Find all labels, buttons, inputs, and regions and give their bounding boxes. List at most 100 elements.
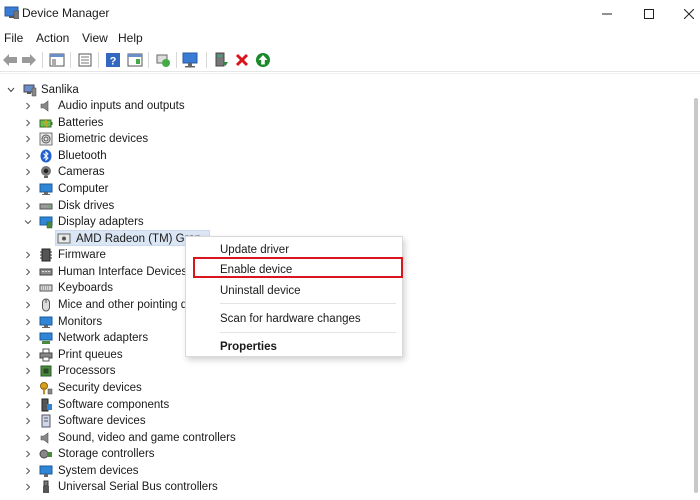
context-menu-uninstall-device[interactable]: Uninstall device [220, 285, 301, 297]
tree-item-processors[interactable]: Processors [0, 363, 200, 379]
tree-item-label: Computer [58, 183, 109, 195]
tree-item-display-adapters[interactable]: Display adapters [0, 214, 200, 230]
chevron-down-icon[interactable] [23, 217, 33, 227]
tree-item-label: Batteries [58, 117, 104, 129]
menu-help[interactable]: Help [118, 31, 143, 45]
window-title: Device Manager [22, 6, 110, 20]
close-icon [684, 9, 694, 19]
add-legacy-hardware-icon [215, 52, 228, 67]
tree-item-computer[interactable]: Computer [0, 181, 200, 197]
chevron-right-icon[interactable] [23, 184, 33, 194]
tree-item-amd-radeon-graphics[interactable]: AMD Radeon (TM) Grap [0, 231, 210, 247]
chevron-right-icon[interactable] [23, 167, 33, 177]
tree-item-firmware[interactable]: Firmware [0, 247, 200, 263]
chevron-right-icon[interactable] [23, 350, 33, 360]
tree-item-human-interface-devices[interactable]: Human Interface Devices [0, 264, 200, 280]
tree-item-usb-controllers[interactable]: Universal Serial Bus controllers [0, 479, 220, 495]
tree-item-security-devices[interactable]: Security devices [0, 380, 200, 396]
chevron-right-icon[interactable] [23, 267, 33, 277]
computer-icon [23, 84, 37, 97]
help-button[interactable]: ? [104, 51, 122, 69]
tree-item-cameras[interactable]: Cameras [0, 164, 200, 180]
tree-item-label: Mice and other pointing d [58, 299, 188, 311]
tree-item-label: Biometric devices [58, 133, 149, 145]
chevron-right-icon[interactable] [23, 134, 33, 144]
close-button[interactable] [666, 0, 700, 28]
properties-button[interactable] [76, 51, 94, 69]
menu-file[interactable]: File [4, 31, 23, 45]
tree-item-batteries[interactable]: Batteries [0, 115, 200, 131]
chevron-right-icon[interactable] [23, 317, 33, 327]
vertical-scrollbar[interactable] [692, 78, 700, 500]
chevron-right-icon[interactable] [23, 101, 33, 111]
chevron-right-icon[interactable] [23, 283, 33, 293]
menu-action[interactable]: Action [36, 31, 69, 45]
toolbar-separator [98, 52, 99, 68]
chevron-right-icon[interactable] [23, 300, 33, 310]
scrollbar-thumb[interactable] [694, 98, 698, 493]
forward-button[interactable] [20, 51, 38, 69]
toolbar-separator [176, 52, 177, 68]
chevron-right-icon[interactable] [23, 201, 33, 211]
context-menu-separator [220, 303, 396, 304]
chevron-right-icon[interactable] [23, 433, 33, 443]
update-driver-button[interactable] [154, 51, 172, 69]
tree-root-sanlika[interactable]: Sanlika [0, 82, 200, 98]
chevron-right-icon[interactable] [23, 482, 33, 492]
tree-item-network-adapters[interactable]: Network adapters [0, 330, 200, 346]
tree-item-label: Human Interface Devices [58, 266, 188, 278]
tree-item-print-queues[interactable]: Print queues [0, 347, 200, 363]
battery-icon [39, 118, 53, 128]
scan-hardware-button[interactable] [182, 51, 200, 69]
chevron-right-icon[interactable] [23, 333, 33, 343]
back-button[interactable] [1, 51, 19, 69]
view-button[interactable] [126, 51, 144, 69]
console-tree-button[interactable] [48, 51, 66, 69]
minimize-button[interactable] [584, 0, 630, 28]
hid-icon [39, 268, 53, 276]
context-menu: Update driver Enable device Uninstall de… [185, 236, 403, 357]
chevron-right-icon[interactable] [23, 118, 33, 128]
context-menu-scan-hardware-changes[interactable]: Scan for hardware changes [220, 313, 361, 325]
tree-item-software-components[interactable]: Software components [0, 397, 200, 413]
svg-text:?: ? [110, 56, 117, 68]
tree-item-system-devices[interactable]: System devices [0, 463, 200, 479]
tree-item-bluetooth[interactable]: Bluetooth [0, 148, 200, 164]
uninstall-device-icon [235, 53, 249, 67]
tree-item-mice[interactable]: Mice and other pointing d [0, 297, 200, 313]
tree-item-audio[interactable]: Audio inputs and outputs [0, 98, 200, 114]
key-icon [40, 382, 53, 395]
tree-item-monitors[interactable]: Monitors [0, 314, 200, 330]
tree-item-biometric-devices[interactable]: Biometric devices [0, 131, 200, 147]
uninstall-device-button[interactable] [233, 51, 251, 69]
enable-device-highlight-box [193, 257, 403, 278]
tree-item-storage-controllers[interactable]: Storage controllers [0, 446, 200, 462]
tree-item-label: Software devices [58, 415, 146, 427]
mouse-icon [42, 298, 50, 312]
chevron-right-icon[interactable] [23, 151, 33, 161]
add-legacy-hardware-button[interactable] [212, 51, 230, 69]
chevron-right-icon[interactable] [23, 400, 33, 410]
context-menu-update-driver[interactable]: Update driver [220, 244, 289, 256]
show-hide-console-tree-icon [49, 53, 65, 67]
tree-item-label: System devices [58, 465, 139, 477]
update-driver-icon [156, 54, 170, 67]
tree-item-software-devices[interactable]: Software devices [0, 413, 200, 429]
menu-view[interactable]: View [82, 31, 108, 45]
chevron-right-icon[interactable] [23, 366, 33, 376]
chevron-down-icon[interactable] [6, 85, 16, 95]
context-menu-properties[interactable]: Properties [220, 341, 277, 353]
tree-item-disk-drives[interactable]: Disk drives [0, 198, 200, 214]
enable-device-button[interactable] [254, 51, 272, 69]
chevron-right-icon[interactable] [23, 250, 33, 260]
chevron-right-icon[interactable] [23, 466, 33, 476]
network-adapter-icon [39, 332, 53, 344]
tree-item-label: Disk drives [58, 200, 115, 212]
chevron-right-icon[interactable] [23, 449, 33, 459]
software-device-icon [41, 414, 51, 428]
chevron-right-icon[interactable] [23, 383, 33, 393]
device-manager-icon [4, 6, 19, 19]
tree-item-keyboards[interactable]: Keyboards [0, 280, 200, 296]
tree-item-sound-video-game-controllers[interactable]: Sound, video and game controllers [0, 430, 240, 446]
chevron-right-icon[interactable] [23, 416, 33, 426]
